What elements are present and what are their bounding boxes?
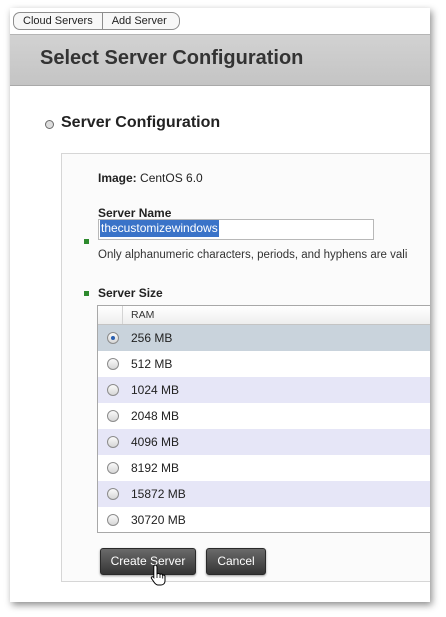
size-option-label: 2048 MB bbox=[131, 409, 180, 423]
breadcrumb: Cloud Servers Add Server bbox=[13, 12, 180, 30]
section-title: Server Configuration bbox=[61, 114, 221, 131]
size-table-header: RAM bbox=[98, 306, 430, 325]
size-option-label: 15872 MB bbox=[131, 487, 186, 501]
size-radio[interactable] bbox=[107, 332, 119, 344]
column-divider bbox=[122, 306, 123, 324]
server-size-table: RAM 256 MB 512 MB 1024 MB 2048 MB 4096 M… bbox=[97, 305, 430, 533]
section-bullet-icon bbox=[45, 120, 54, 129]
size-radio[interactable] bbox=[107, 410, 119, 422]
breadcrumb-add-server[interactable]: Add Server bbox=[101, 12, 180, 30]
server-name-label: Server Name bbox=[98, 206, 172, 220]
server-size-label: Server Size bbox=[98, 286, 163, 300]
size-option-row[interactable]: 4096 MB bbox=[98, 429, 430, 455]
size-option-label: 512 MB bbox=[131, 357, 173, 371]
size-radio[interactable] bbox=[107, 514, 119, 526]
size-option-row[interactable]: 1024 MB bbox=[98, 377, 430, 403]
server-config-panel: Image: CentOS 6.0 Server Name thecustomi… bbox=[61, 153, 430, 586]
page-header: Select Server Configuration bbox=[10, 34, 430, 86]
size-option-label: 30720 MB bbox=[131, 513, 186, 527]
breadcrumb-cloud-servers[interactable]: Cloud Servers bbox=[13, 12, 102, 30]
size-option-label: 8192 MB bbox=[131, 461, 180, 475]
cancel-button[interactable]: Cancel bbox=[206, 548, 266, 575]
size-option-row[interactable]: 15872 MB bbox=[98, 481, 430, 507]
ram-column-header[interactable]: RAM bbox=[131, 309, 154, 321]
size-option-row[interactable]: 8192 MB bbox=[98, 455, 430, 481]
size-radio[interactable] bbox=[107, 488, 119, 500]
required-marker-icon bbox=[84, 291, 89, 296]
size-option-row[interactable]: 512 MB bbox=[98, 351, 430, 377]
size-radio[interactable] bbox=[107, 384, 119, 396]
size-radio[interactable] bbox=[107, 358, 119, 370]
window-frame: Cloud Servers Add Server Select Server C… bbox=[10, 8, 430, 602]
size-option-row[interactable]: 256 MB bbox=[98, 325, 430, 351]
server-name-hint: Only alphanumeric characters, periods, a… bbox=[98, 249, 408, 261]
page-title: Select Server Configuration bbox=[40, 47, 304, 69]
size-option-row[interactable]: 30720 MB bbox=[98, 507, 430, 533]
server-name-value: thecustomizewindows bbox=[100, 220, 219, 237]
size-radio[interactable] bbox=[107, 436, 119, 448]
size-option-label: 4096 MB bbox=[131, 435, 180, 449]
required-marker-icon bbox=[84, 239, 89, 244]
server-name-input[interactable]: thecustomizewindows bbox=[98, 219, 374, 240]
size-option-label: 1024 MB bbox=[131, 383, 180, 397]
create-server-button[interactable]: Create Server bbox=[100, 548, 196, 575]
size-option-label: 256 MB bbox=[131, 331, 173, 345]
image-label: Image: bbox=[98, 171, 137, 185]
size-radio[interactable] bbox=[107, 462, 119, 474]
hand-cursor-icon bbox=[150, 564, 166, 586]
image-row: Image: CentOS 6.0 bbox=[98, 171, 203, 185]
image-value: CentOS 6.0 bbox=[140, 171, 203, 185]
size-option-row[interactable]: 2048 MB bbox=[98, 403, 430, 429]
